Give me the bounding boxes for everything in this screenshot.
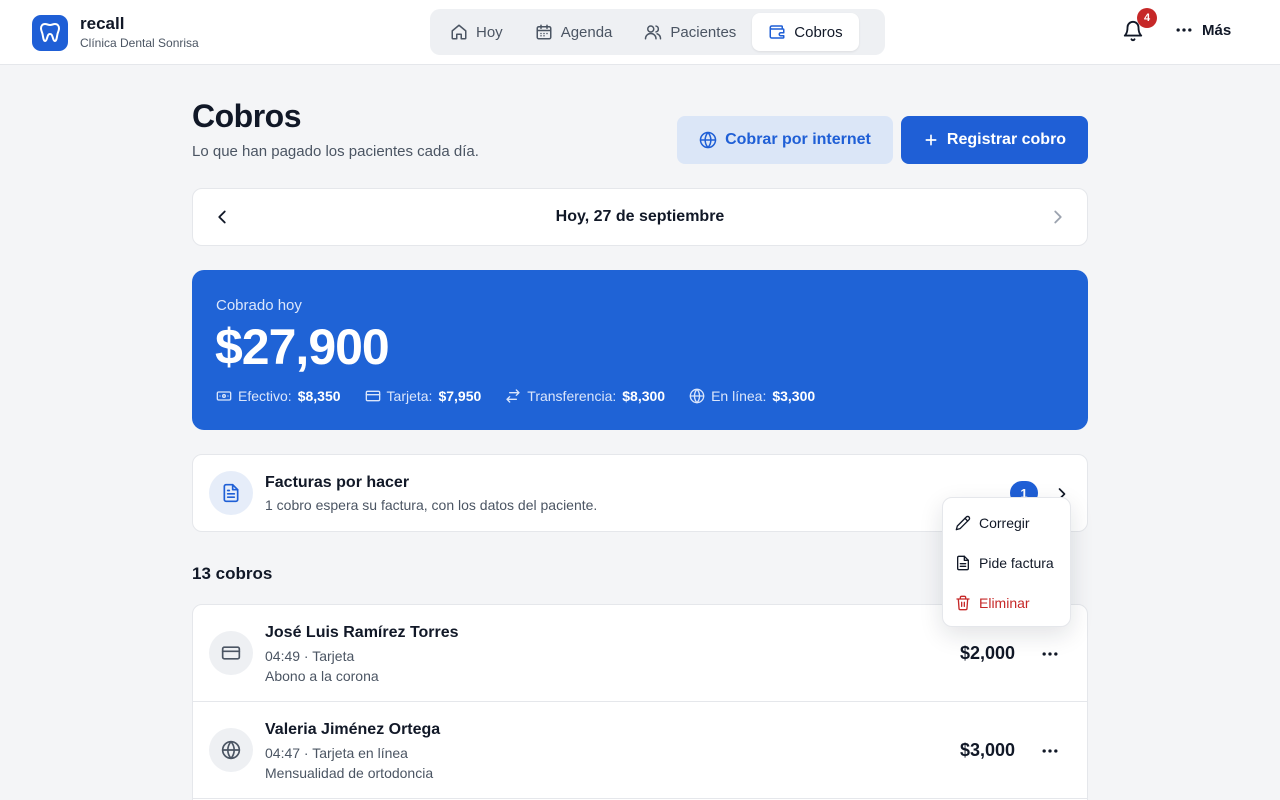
chevron-right-icon bbox=[1054, 210, 1062, 224]
menu-item-label: Eliminar bbox=[979, 595, 1030, 611]
summary-amount: $27,900 bbox=[215, 319, 390, 375]
menu-item-edit[interactable]: Corregir bbox=[943, 503, 1070, 543]
current-date: Hoy, 27 de septiembre bbox=[555, 208, 725, 225]
payment-note: Mensualidad de ortodoncia bbox=[265, 765, 434, 781]
payment-patient-name: Valeria Jiménez Ortega bbox=[265, 721, 441, 738]
next-day-button[interactable] bbox=[1047, 206, 1069, 228]
globe-icon bbox=[209, 728, 253, 772]
globe-icon bbox=[689, 388, 705, 404]
row-context-menu: Corregir Pide factura Eliminar bbox=[942, 497, 1071, 627]
menu-item-request-invoice[interactable]: Pide factura bbox=[943, 543, 1070, 583]
main-nav: Hoy Agenda Pacientes Cobros bbox=[430, 9, 885, 55]
transfer-icon bbox=[506, 389, 520, 403]
list-item[interactable]: Valeria Jiménez Ortega 04:47 · Tarjeta e… bbox=[193, 702, 1087, 799]
row-actions-button[interactable] bbox=[1038, 739, 1062, 763]
card-icon bbox=[209, 631, 253, 675]
payment-amount: $2,000 bbox=[959, 643, 1015, 663]
wallet-icon bbox=[769, 25, 785, 39]
charge-online-label: Cobrar por internet bbox=[725, 131, 871, 148]
brand-name: recall bbox=[80, 14, 125, 33]
users-icon bbox=[645, 25, 662, 40]
breakdown-value: $8,300 bbox=[622, 388, 666, 404]
invoices-subtitle: 1 cobro espera su factura, con los datos… bbox=[265, 497, 598, 513]
breakdown-value: $8,350 bbox=[297, 388, 341, 404]
date-navigator: Hoy, 27 de septiembre bbox=[192, 188, 1088, 246]
charge-online-button[interactable]: Cobrar por internet bbox=[677, 116, 893, 164]
document-icon bbox=[957, 555, 969, 571]
more-label: Más bbox=[1202, 21, 1232, 39]
globe-icon bbox=[699, 131, 717, 149]
payments-list: José Luis Ramírez Torres 04:49 · Tarjeta… bbox=[192, 604, 1088, 800]
register-payment-label: Registrar cobro bbox=[946, 131, 1067, 148]
nav-item-label: Agenda bbox=[560, 23, 613, 41]
ellipsis-icon bbox=[1042, 749, 1058, 753]
invoices-title: Facturas por hacer bbox=[265, 474, 410, 491]
breakdown-transfer: Transferencia: $8,300 bbox=[505, 388, 665, 404]
breakdown-label: En línea: bbox=[711, 388, 767, 404]
nav-item-label: Pacientes bbox=[670, 23, 737, 41]
home-icon bbox=[451, 24, 467, 40]
breakdown-label: Tarjeta: bbox=[386, 388, 433, 404]
trash-icon bbox=[956, 595, 970, 611]
notification-count-badge: 4 bbox=[1137, 8, 1157, 28]
document-icon bbox=[209, 471, 253, 515]
nav-item-hoy[interactable]: Hoy bbox=[434, 13, 519, 51]
breakdown-label: Transferencia: bbox=[527, 388, 617, 404]
payment-amount: $3,000 bbox=[959, 740, 1015, 760]
payments-count: 13 cobros bbox=[192, 564, 273, 583]
card-icon bbox=[365, 390, 380, 402]
nav-item-agenda[interactable]: Agenda bbox=[519, 13, 629, 51]
cash-icon bbox=[216, 391, 232, 401]
breakdown-value: $3,300 bbox=[772, 388, 816, 404]
pencil-icon bbox=[955, 515, 971, 531]
menu-item-label: Corregir bbox=[979, 515, 1030, 531]
menu-item-label: Pide factura bbox=[979, 555, 1054, 571]
breakdown-label: Efectivo: bbox=[238, 388, 292, 404]
nav-item-cobros[interactable]: Cobros bbox=[752, 13, 859, 51]
plus-icon bbox=[925, 134, 937, 146]
register-payment-button[interactable]: Registrar cobro bbox=[901, 116, 1088, 164]
ellipsis-icon bbox=[1042, 652, 1058, 656]
nav-item-label: Hoy bbox=[476, 23, 503, 41]
breakdown-value: $7,950 bbox=[438, 388, 482, 404]
more-menu-button[interactable]: Más bbox=[1174, 20, 1231, 40]
breakdown-online: En línea: $3,300 bbox=[689, 388, 815, 404]
breakdown-cash: Efectivo: $8,350 bbox=[216, 388, 341, 404]
tooth-logo-icon bbox=[32, 14, 68, 51]
brand[interactable]: recall Clínica Dental Sonrisa bbox=[32, 14, 199, 51]
payment-note: Abono a la corona bbox=[265, 668, 379, 684]
nav-item-pacientes[interactable]: Pacientes bbox=[628, 13, 752, 51]
top-bar: recall Clínica Dental Sonrisa Hoy Agenda… bbox=[0, 0, 1280, 65]
page-title: Cobros bbox=[192, 98, 302, 134]
ellipsis-icon bbox=[1176, 28, 1192, 32]
nav-item-label: Cobros bbox=[794, 23, 843, 41]
summary-label: Cobrado hoy bbox=[216, 297, 302, 314]
breakdown-card: Tarjeta: $7,950 bbox=[365, 388, 482, 404]
brand-subtitle: Clínica Dental Sonrisa bbox=[80, 36, 199, 50]
page-subtitle: Lo que han pagado los pacientes cada día… bbox=[192, 143, 479, 160]
brand-text: recall Clínica Dental Sonrisa bbox=[80, 14, 199, 51]
menu-item-delete[interactable]: Eliminar bbox=[943, 583, 1070, 623]
payment-breakdown: Efectivo: $8,350 Tarjeta: $7,950 Transfe… bbox=[216, 388, 839, 404]
payment-meta: 04:47 · Tarjeta en línea bbox=[265, 745, 408, 761]
calendar-icon bbox=[536, 24, 552, 40]
row-actions-button[interactable] bbox=[1038, 642, 1062, 666]
payment-patient-name: José Luis Ramírez Torres bbox=[265, 624, 459, 641]
daily-summary-card: Cobrado hoy $27,900 Efectivo: $8,350 Tar… bbox=[192, 270, 1088, 430]
payment-meta: 04:49 · Tarjeta bbox=[265, 648, 355, 664]
